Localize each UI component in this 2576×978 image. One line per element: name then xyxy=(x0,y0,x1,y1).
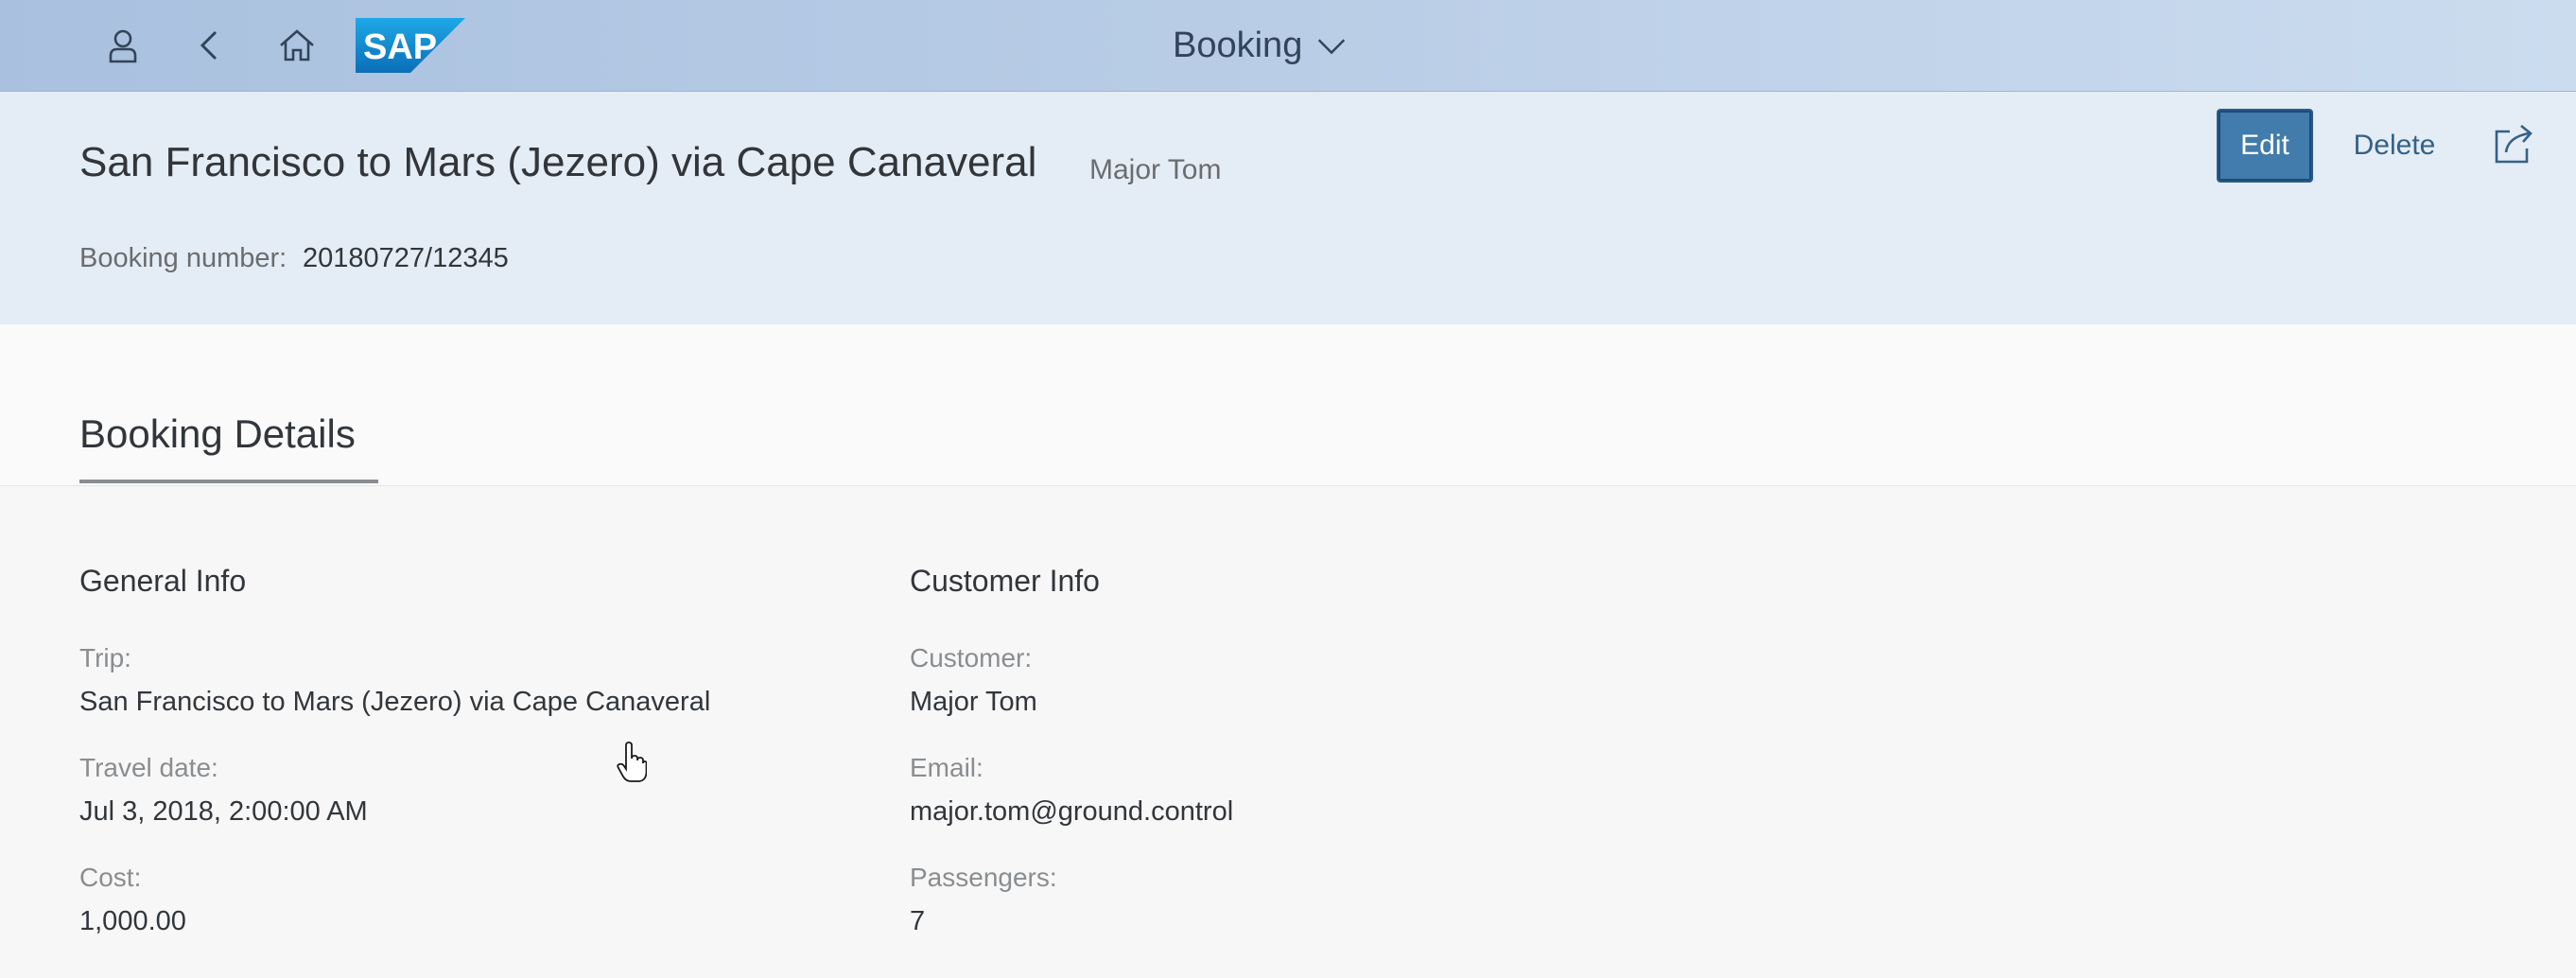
cost-label: Cost: xyxy=(79,863,142,892)
shell-bar: SAP Booking xyxy=(0,0,2576,92)
delete-button[interactable]: Delete xyxy=(2336,109,2453,183)
customer-label: Customer: xyxy=(910,643,1033,672)
tab-booking-details[interactable]: Booking Details xyxy=(79,411,356,457)
trip-value: San Francisco to Mars (Jezero) via Cape … xyxy=(79,687,711,717)
customer-value: Major Tom xyxy=(910,687,1037,717)
edit-button[interactable]: Edit xyxy=(2217,109,2313,183)
passengers-value: 7 xyxy=(910,906,926,936)
app-title-menu[interactable]: Booking xyxy=(1173,21,1349,70)
travel-date-label: Travel date: xyxy=(79,753,218,782)
content-area: General Info Trip: San Francisco to Mars… xyxy=(0,486,2576,978)
object-header: San Francisco to Mars (Jezero) via Cape … xyxy=(0,92,2576,324)
user-icon[interactable] xyxy=(96,19,149,72)
sap-logo[interactable]: SAP xyxy=(356,18,465,73)
travel-date-value: Jul 3, 2018, 2:00:00 AM xyxy=(79,796,368,827)
back-icon[interactable] xyxy=(183,19,236,72)
email-value: major.tom@ground.control xyxy=(910,796,1234,827)
passengers-label: Passengers: xyxy=(910,863,1057,892)
email-label: Email: xyxy=(910,753,983,782)
customer-info-title: Customer Info xyxy=(910,564,1100,598)
page-title: San Francisco to Mars (Jezero) via Cape … xyxy=(79,139,1037,185)
cost-value: 1,000.00 xyxy=(79,906,186,936)
share-button[interactable] xyxy=(2485,116,2542,173)
booking-number-label: Booking number: xyxy=(79,243,287,273)
home-icon[interactable] xyxy=(270,19,323,72)
hand-cursor-icon xyxy=(617,742,647,782)
section-tabs: Booking Details xyxy=(0,324,2576,486)
general-info-title: General Info xyxy=(79,564,247,598)
page-subtitle: Major Tom xyxy=(1089,154,1222,185)
app-title: Booking xyxy=(1173,25,1303,65)
chevron-down-icon xyxy=(1318,39,1346,55)
tab-selected-indicator xyxy=(79,480,378,483)
svg-text:SAP: SAP xyxy=(363,27,437,67)
trip-label: Trip: xyxy=(79,643,131,672)
booking-number-value: 20180727/12345 xyxy=(303,243,509,273)
share-icon xyxy=(2495,124,2532,164)
